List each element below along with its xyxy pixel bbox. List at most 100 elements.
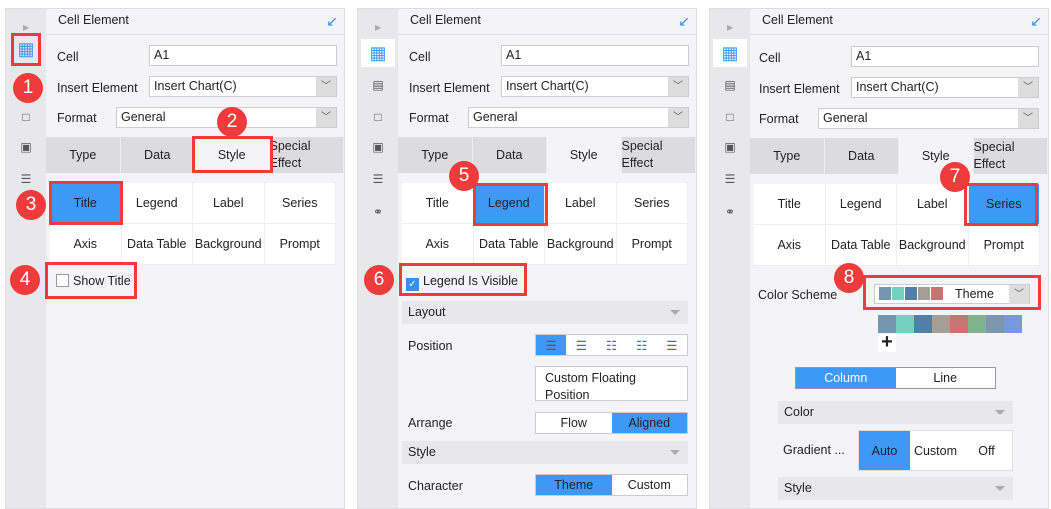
- insert-element-select[interactable]: Insert Chart(C) ﹀: [149, 76, 337, 97]
- expand-icon[interactable]: ▸: [368, 17, 388, 37]
- format-select[interactable]: General ﹀: [468, 107, 689, 128]
- position-bottom-icon[interactable]: ☰: [566, 335, 596, 355]
- highlight-3: [49, 181, 123, 225]
- subtab-axis[interactable]: Axis: [50, 224, 122, 265]
- tab-data[interactable]: Data: [121, 137, 195, 173]
- character-theme-button[interactable]: Theme: [536, 475, 612, 495]
- color-section-toggle[interactable]: Color: [778, 401, 1013, 424]
- color-swatch[interactable]: [932, 315, 950, 333]
- style-section-toggle[interactable]: Style: [778, 477, 1013, 500]
- float-element-icon[interactable]: □: [368, 107, 388, 127]
- format-label: Format: [57, 111, 97, 125]
- subtab-data-table[interactable]: Data Table: [825, 225, 897, 266]
- line-button[interactable]: Line: [896, 368, 996, 388]
- tab-data[interactable]: Data: [825, 138, 899, 174]
- cell-input[interactable]: A1: [149, 45, 337, 66]
- cell-attribute-icon[interactable]: ▤: [720, 75, 740, 95]
- position-top-icon[interactable]: ☰: [536, 335, 567, 355]
- cell-element-icon[interactable]: ▦: [713, 39, 747, 67]
- color-swatch[interactable]: [968, 315, 986, 333]
- callout-badge: 7: [940, 162, 970, 192]
- format-select[interactable]: General ﹀: [818, 108, 1039, 129]
- cell-attribute-icon[interactable]: ▤: [368, 75, 388, 95]
- panel-title: Cell Element: [410, 13, 481, 27]
- collapse-icon[interactable]: ↙: [326, 13, 338, 30]
- tab-type[interactable]: Type: [750, 138, 825, 174]
- position-left-icon[interactable]: ☷: [596, 335, 626, 355]
- subtab-series[interactable]: Series: [616, 183, 688, 224]
- widget-icon[interactable]: ▣: [16, 137, 36, 157]
- tab-style[interactable]: Style: [547, 137, 622, 173]
- subtab-axis[interactable]: Axis: [754, 225, 826, 266]
- link-icon[interactable]: ⚭: [720, 202, 740, 222]
- layout-section-toggle[interactable]: Layout: [402, 301, 688, 324]
- insert-element-label: Insert Element: [57, 81, 138, 95]
- gradient-auto-button[interactable]: Auto: [859, 431, 910, 470]
- subtab-prompt[interactable]: Prompt: [616, 224, 688, 265]
- insert-element-select[interactable]: Insert Chart(C) ﹀: [851, 77, 1039, 98]
- subtab-data-table[interactable]: Data Table: [121, 224, 193, 265]
- highlight-2: [192, 136, 273, 173]
- color-swatch[interactable]: [1004, 315, 1022, 333]
- layout-icon[interactable]: ☰: [16, 169, 36, 189]
- color-swatch[interactable]: [914, 315, 932, 333]
- float-element-icon[interactable]: □: [16, 107, 36, 127]
- collapse-icon[interactable]: ↙: [1030, 13, 1042, 30]
- position-top-right-icon[interactable]: ☰: [657, 335, 687, 355]
- subtab-series[interactable]: Series: [264, 183, 336, 224]
- panel-header: Cell Element ↙: [398, 9, 696, 35]
- tab-special-effect[interactable]: Special Effect: [974, 138, 1048, 174]
- subtab-label[interactable]: Label: [545, 183, 617, 224]
- arrange-aligned-button[interactable]: Aligned: [611, 413, 687, 433]
- layout-icon[interactable]: ☰: [368, 169, 388, 189]
- tab-data[interactable]: Data: [473, 137, 547, 173]
- sidebar: ▸ ▦ ▤ □ ▣ ☰ ⚭: [358, 9, 398, 508]
- expand-icon[interactable]: ▸: [720, 17, 740, 37]
- subtab-prompt[interactable]: Prompt: [968, 225, 1040, 266]
- custom-floating-position-button[interactable]: Custom Floating Position: [535, 366, 688, 402]
- arrange-label: Arrange: [408, 416, 453, 430]
- tab-special-effect[interactable]: Special Effect: [270, 137, 344, 173]
- subtab-title[interactable]: Title: [754, 184, 826, 225]
- cell-element-icon[interactable]: ▦: [361, 39, 395, 67]
- widget-icon[interactable]: ▣: [720, 137, 740, 157]
- widget-icon[interactable]: ▣: [368, 137, 388, 157]
- insert-element-value: Insert Chart(C): [856, 80, 939, 94]
- gradient-custom-button[interactable]: Custom: [910, 431, 961, 470]
- insert-element-select[interactable]: Insert Chart(C) ﹀: [501, 76, 689, 97]
- tab-special-effect[interactable]: Special Effect: [622, 137, 696, 173]
- float-element-icon[interactable]: □: [720, 107, 740, 127]
- format-value: General: [121, 110, 166, 124]
- panel-title: Cell Element: [762, 13, 833, 27]
- cell-input[interactable]: A1: [851, 46, 1039, 67]
- subtab-legend[interactable]: Legend: [825, 184, 897, 225]
- arrange-flow-button[interactable]: Flow: [536, 413, 612, 433]
- color-swatch[interactable]: [986, 315, 1004, 333]
- link-icon[interactable]: ⚭: [368, 202, 388, 222]
- subtab-background[interactable]: Background: [545, 224, 617, 265]
- collapse-icon[interactable]: ↙: [678, 13, 690, 30]
- callout-badge: 1: [13, 73, 43, 103]
- highlight-8: [863, 275, 1041, 310]
- subtab-legend[interactable]: Legend: [121, 183, 193, 224]
- character-custom-button[interactable]: Custom: [612, 475, 688, 495]
- style-section-toggle[interactable]: Style: [402, 441, 688, 464]
- gradient-off-button[interactable]: Off: [961, 431, 1012, 470]
- cell-input[interactable]: A1: [501, 45, 689, 66]
- position-right-icon[interactable]: ☷: [627, 335, 657, 355]
- subtab-axis[interactable]: Axis: [402, 224, 474, 265]
- layout-icon[interactable]: ☰: [720, 169, 740, 189]
- subtab-background[interactable]: Background: [193, 224, 265, 265]
- add-color-icon[interactable]: +: [878, 332, 896, 352]
- tab-type[interactable]: Type: [46, 137, 121, 173]
- subtab-prompt[interactable]: Prompt: [264, 224, 336, 265]
- subtab-data-table[interactable]: Data Table: [473, 224, 545, 265]
- color-swatch[interactable]: [896, 315, 914, 333]
- color-swatch[interactable]: [950, 315, 968, 333]
- subtab-background[interactable]: Background: [897, 225, 969, 266]
- cell-label: Cell: [57, 50, 79, 64]
- cell-label: Cell: [409, 50, 431, 64]
- panel-legend-settings: ▸ ▦ ▤ □ ▣ ☰ ⚭ Cell Element ↙ Cell A1 Inse…: [357, 8, 697, 509]
- column-button[interactable]: Column: [796, 368, 896, 388]
- subtab-label[interactable]: Label: [193, 183, 265, 224]
